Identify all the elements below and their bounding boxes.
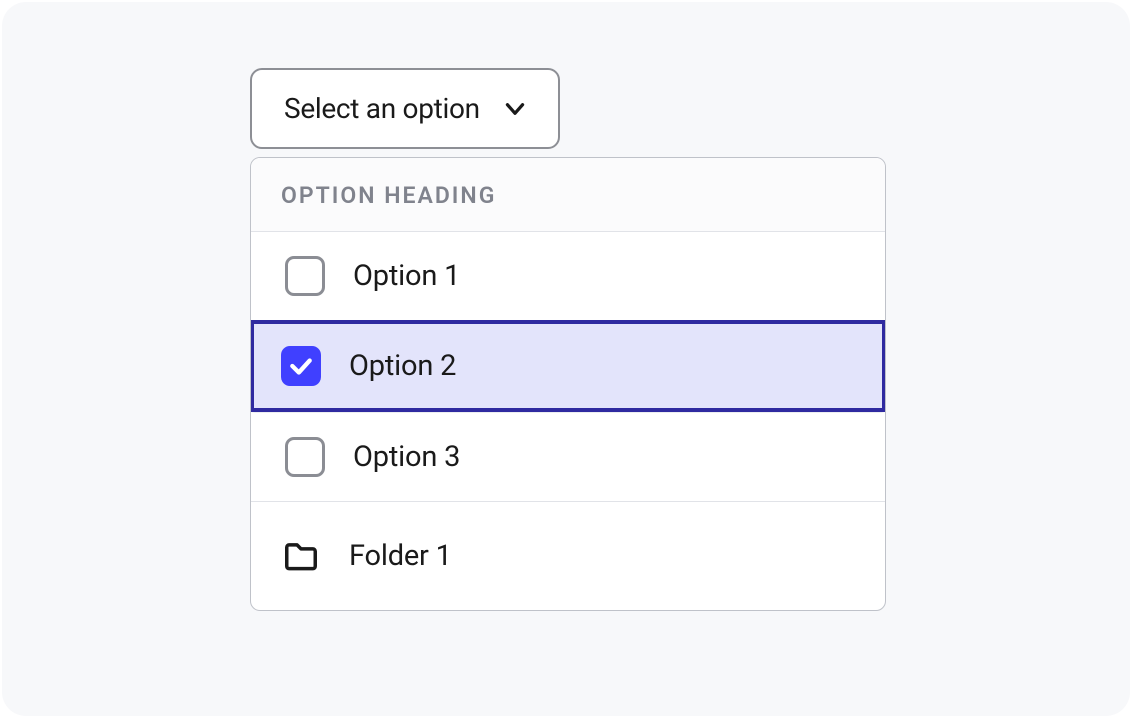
app-canvas: Select an option OPTION HEADING Option 1 <box>2 2 1130 716</box>
options-section: Option 1 Option 2 Option 3 <box>251 232 885 505</box>
dropdown-container: Select an option OPTION HEADING Option 1 <box>250 68 890 611</box>
option-label: Option 1 <box>353 259 460 293</box>
chevron-down-icon <box>502 96 528 122</box>
folder-row[interactable]: Folder 1 <box>251 502 885 610</box>
option-row-1[interactable]: Option 1 <box>251 232 885 324</box>
checkbox-unchecked-icon <box>285 256 325 296</box>
option-label: Option 3 <box>353 440 460 474</box>
checkbox-checked-icon <box>281 346 321 386</box>
checkbox-unchecked-icon <box>285 437 325 477</box>
select-trigger-label: Select an option <box>284 92 480 125</box>
option-row-3[interactable]: Option 3 <box>251 412 885 505</box>
option-label: Option 2 <box>349 349 456 383</box>
select-trigger[interactable]: Select an option <box>250 68 560 149</box>
folder-label: Folder 1 <box>349 539 452 573</box>
dropdown-panel: OPTION HEADING Option 1 Option 2 <box>250 157 886 611</box>
option-row-2[interactable]: Option 2 <box>250 320 886 412</box>
dropdown-heading: OPTION HEADING <box>251 158 885 232</box>
folder-icon <box>281 536 321 576</box>
